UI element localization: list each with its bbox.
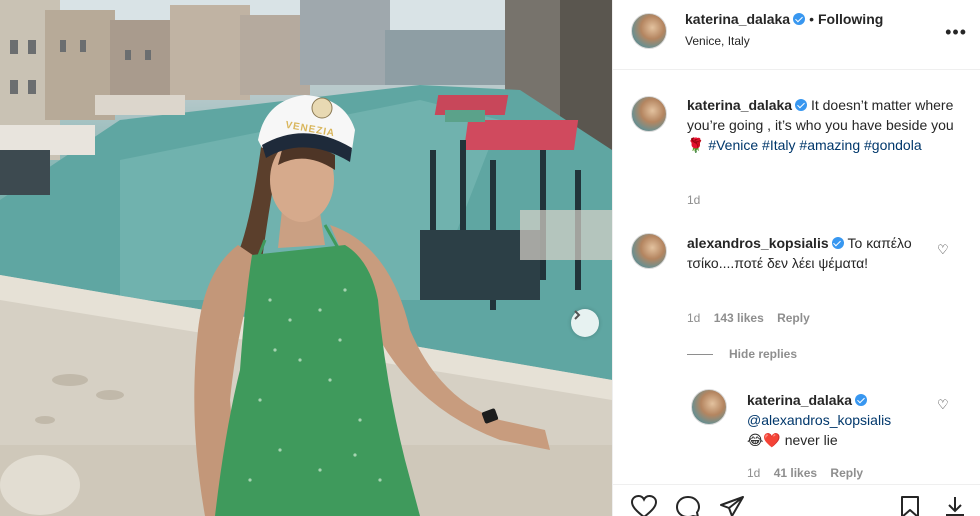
- header-username[interactable]: katerina_dalaka: [685, 11, 790, 27]
- comment-likes[interactable]: 143 likes: [714, 311, 764, 325]
- comment: alexandros_kopsialis Το καπέλο τσίκο....…: [687, 233, 927, 273]
- heart-icon[interactable]: ♡: [937, 397, 949, 413]
- comment-age: 1d: [687, 311, 701, 325]
- post-photo[interactable]: VENEZIA: [0, 0, 612, 516]
- hashtag-venice[interactable]: #Venice: [708, 137, 758, 153]
- heart-icon[interactable]: ♡: [937, 242, 949, 258]
- verified-badge-icon: [855, 394, 868, 406]
- hide-replies-label[interactable]: Hide replies: [729, 347, 797, 361]
- reply-avatar[interactable]: [691, 389, 727, 425]
- following-button[interactable]: Following: [818, 11, 883, 27]
- reply: katerina_dalaka @alexandros_kopsialis 😂❤…: [747, 390, 943, 450]
- photo-illustration: [0, 0, 612, 516]
- comment-username[interactable]: alexandros_kopsialis: [687, 235, 829, 251]
- verified-badge-icon: [795, 99, 808, 111]
- post-header: katerina_dalaka • Following Venice, Italy …: [613, 0, 980, 70]
- comment-bubble-icon[interactable]: [675, 495, 701, 516]
- reply-username[interactable]: katerina_dalaka: [747, 392, 852, 408]
- download-icon[interactable]: [943, 495, 967, 516]
- bookmark-icon[interactable]: [899, 495, 921, 516]
- caption-username[interactable]: katerina_dalaka: [687, 97, 792, 113]
- avatar[interactable]: [631, 13, 667, 49]
- reply-text: never lie: [784, 432, 838, 448]
- reply-emoji: 😂❤️: [747, 432, 781, 448]
- heart-icon[interactable]: [630, 494, 658, 516]
- separator-dot: •: [809, 11, 814, 27]
- reply-likes[interactable]: 41 likes: [774, 466, 817, 480]
- rose-emoji: 🌹: [687, 137, 705, 153]
- reply-button[interactable]: Reply: [777, 311, 810, 325]
- post-side-panel: katerina_dalaka • Following Venice, Italy …: [612, 0, 980, 516]
- caption: katerina_dalaka It doesn’t matter where …: [687, 95, 963, 155]
- caption-age: 1d: [687, 193, 701, 207]
- verified-badge-icon: [793, 13, 806, 25]
- hashtag-amazing[interactable]: #amazing: [799, 137, 860, 153]
- location-link[interactable]: Venice, Italy: [685, 34, 750, 48]
- hashtag-gondola[interactable]: #gondola: [864, 137, 922, 153]
- comment-avatar[interactable]: [631, 233, 667, 269]
- action-bar: [613, 484, 980, 516]
- paper-plane-icon[interactable]: [719, 495, 745, 516]
- verified-badge-icon: [831, 237, 844, 249]
- reply-age: 1d: [747, 466, 761, 480]
- reply-mention[interactable]: @alexandros_kopsialis: [747, 412, 891, 428]
- comment-meta: 1d 143 likes Reply: [687, 311, 810, 325]
- hide-replies-button[interactable]: Hide replies: [687, 347, 797, 361]
- hashtag-italy[interactable]: #Italy: [762, 137, 795, 153]
- caption-avatar[interactable]: [631, 96, 667, 132]
- divider-line: [687, 354, 713, 356]
- next-photo-button[interactable]: [571, 309, 599, 337]
- more-dots-icon[interactable]: •••: [945, 22, 967, 43]
- reply-meta: 1d 41 likes Reply: [747, 466, 863, 480]
- reply-button[interactable]: Reply: [830, 466, 863, 480]
